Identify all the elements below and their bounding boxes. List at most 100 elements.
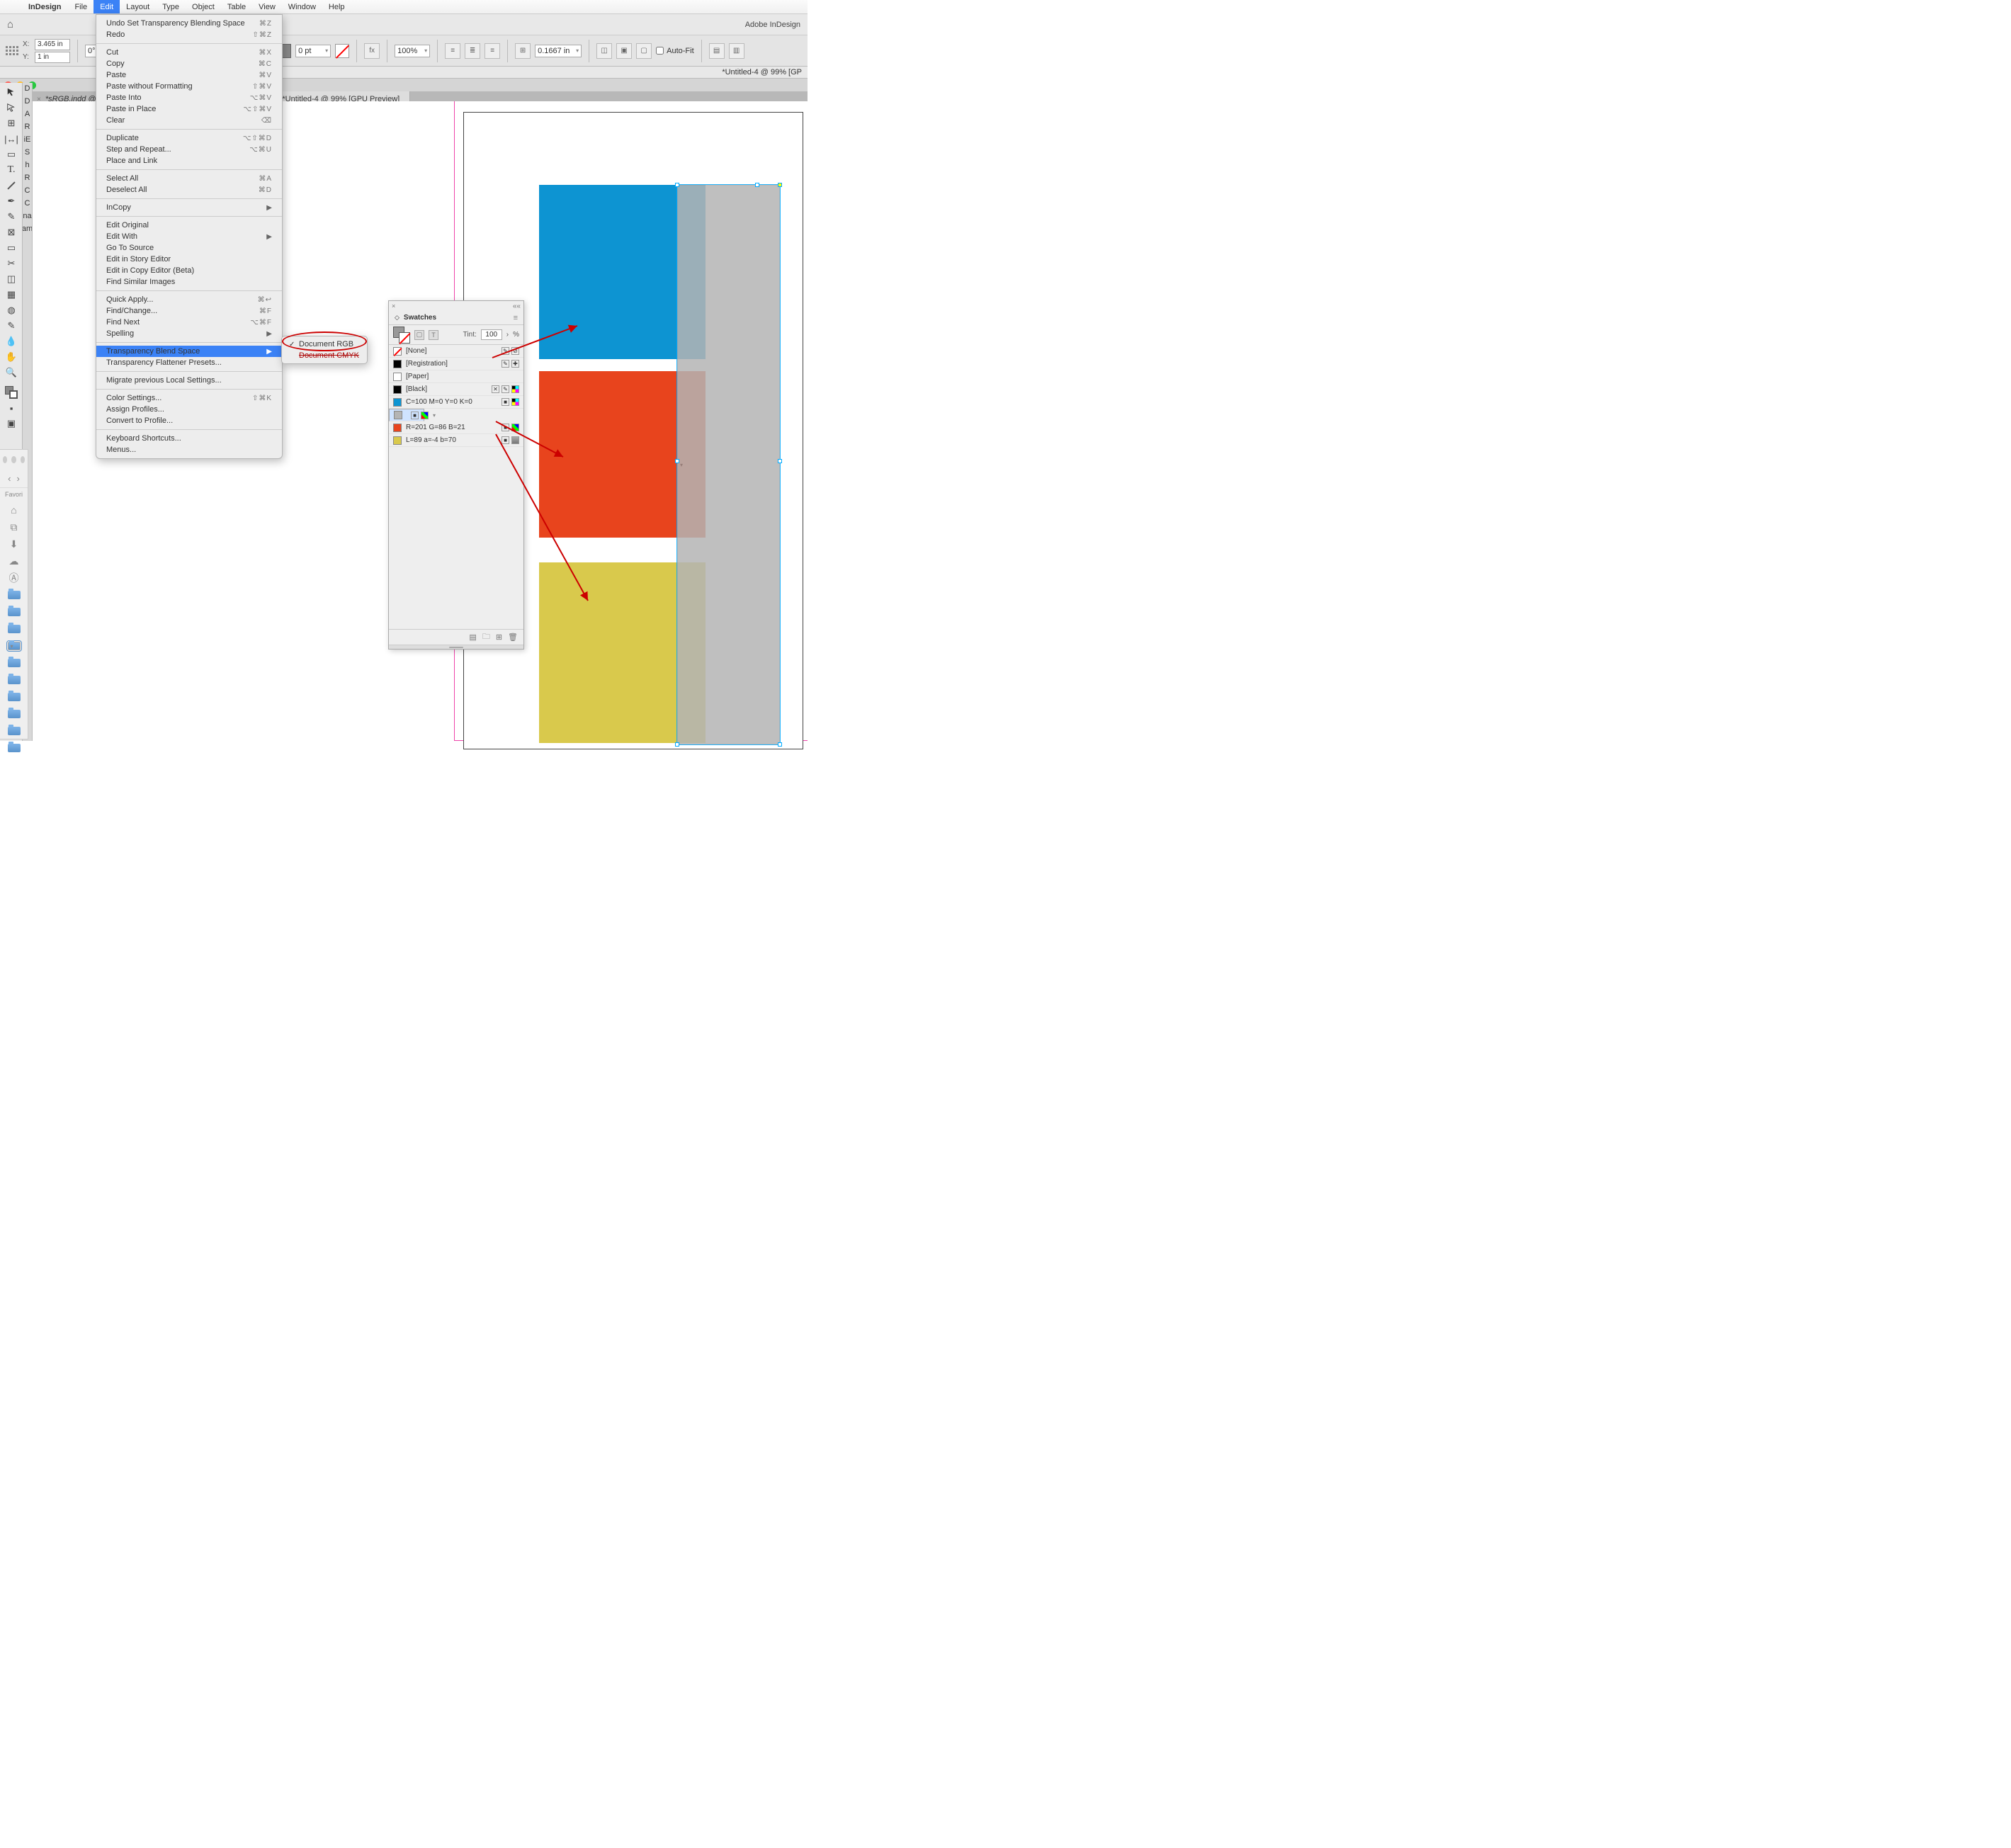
edit-menu-item[interactable]: Deselect All⌘D [96, 184, 282, 195]
menu-view[interactable]: View [252, 0, 282, 13]
window-minimize-icon[interactable] [11, 456, 16, 463]
swatch-view-icon[interactable]: ▤ [469, 633, 476, 642]
dropbox-icon[interactable]: ⧉ [6, 521, 22, 533]
nav-fwd-icon[interactable]: › [17, 473, 20, 484]
rectangle-frame-tool-icon[interactable]: ⊠ [0, 225, 23, 240]
menu-object[interactable]: Object [186, 0, 221, 13]
reference-point-grid[interactable] [6, 46, 18, 55]
edit-menu-item[interactable]: Step and Repeat...⌥⌘U [96, 144, 282, 155]
tint-input[interactable] [481, 329, 502, 340]
swatch-row[interactable]: R=201 G=86 B=21■ [389, 421, 523, 434]
edit-menu-item[interactable]: Transparency Blend Space▶ [96, 346, 282, 357]
edit-menu-item[interactable]: Menus... [96, 444, 282, 455]
selection-handle[interactable] [675, 742, 679, 747]
edit-menu-item[interactable]: Find/Change...⌘F [96, 305, 282, 317]
edit-menu-item[interactable]: Transparency Flattener Presets... [96, 357, 282, 368]
folder-icon[interactable] [6, 623, 22, 635]
hand-tool-icon[interactable]: ✋ [0, 349, 23, 365]
swatch-row[interactable]: Gray■ [389, 409, 424, 421]
menu-window[interactable]: Window [282, 0, 322, 13]
folder-icon[interactable] [6, 657, 22, 669]
content-collector-icon[interactable]: ▭ [0, 147, 23, 162]
app-name[interactable]: InDesign [21, 3, 68, 11]
edit-menu-item[interactable]: Cut⌘X [96, 47, 282, 58]
rectangle-tool-icon[interactable]: ▭ [0, 240, 23, 256]
submenu-document-cmyk[interactable]: Document CMYK [282, 350, 367, 361]
autofit-checkbox[interactable] [656, 47, 664, 55]
gradient-swatch-tool-icon[interactable]: ▦ [0, 287, 23, 302]
folder-icon[interactable] [6, 725, 22, 737]
direct-select-tool-icon[interactable] [0, 100, 23, 115]
window-close-icon[interactable] [3, 456, 7, 463]
edit-menu-item[interactable]: Spelling▶ [96, 328, 282, 339]
menu-table[interactable]: Table [221, 0, 252, 13]
swatch-row[interactable]: [Registration]✎✚ [389, 358, 523, 370]
menu-help[interactable]: Help [322, 0, 351, 13]
edit-menu-item[interactable]: Duplicate⌥⇧⌘D [96, 132, 282, 144]
edit-menu-item[interactable]: Copy⌘C [96, 58, 282, 69]
swatch-row[interactable]: [Black]✕✎ [389, 383, 523, 396]
panel-collapse-icon[interactable]: «« [513, 302, 521, 310]
arrange-back-icon[interactable]: ▥ [729, 43, 744, 59]
folder-icon[interactable] [6, 606, 22, 618]
fit-content-icon[interactable]: ▣ [616, 43, 632, 59]
selection-handle[interactable] [778, 183, 782, 187]
line-tool-icon[interactable] [0, 178, 23, 193]
selection-handle[interactable] [755, 183, 759, 187]
downloads-icon[interactable]: ⬇ [6, 538, 22, 550]
distribute-icon[interactable]: ⊞ [515, 43, 531, 59]
zoom-select[interactable]: 100% [395, 45, 430, 57]
window-zoom-icon[interactable] [21, 456, 25, 463]
edit-menu-item[interactable]: Quick Apply...⌘↩ [96, 294, 282, 305]
swatch-row[interactable]: C=100 M=0 Y=0 K=0■ [389, 396, 523, 409]
selection-handle[interactable] [778, 742, 782, 747]
edit-menu-item[interactable]: Clear⌫ [96, 115, 282, 126]
align-center-icon[interactable]: ≣ [465, 43, 480, 59]
align-left-icon[interactable]: ≡ [445, 43, 460, 59]
gap-select[interactable]: 0.1667 in [535, 45, 582, 57]
tint-slider-icon[interactable]: › [506, 331, 509, 339]
applications-icon[interactable]: Ⓐ [6, 572, 22, 584]
edit-menu-item[interactable]: Color Settings...⇧⌘K [96, 392, 282, 404]
center-content-icon[interactable]: ▢ [636, 43, 652, 59]
x-input[interactable] [35, 39, 70, 50]
nav-back-icon[interactable]: ‹ [8, 473, 11, 484]
eyedropper-tool-icon[interactable]: 💧 [0, 334, 23, 349]
panel-menu-icon[interactable]: ≡ [514, 314, 518, 322]
edit-menu-item[interactable]: Paste⌘V [96, 69, 282, 81]
folder-icon[interactable] [6, 691, 22, 703]
y-input[interactable] [35, 52, 70, 63]
fill-stroke-proxy-icon[interactable] [393, 327, 410, 344]
new-swatch-icon[interactable]: ⊞ [496, 633, 502, 642]
page-tool-icon[interactable]: ⊞ [0, 115, 23, 131]
swatch-row[interactable]: [Paper] [389, 370, 523, 383]
folder-icon[interactable] [6, 674, 22, 686]
pen-tool-icon[interactable]: ✒ [0, 193, 23, 209]
fit-frame-icon[interactable]: ◫ [596, 43, 612, 59]
submenu-document-rgb[interactable]: ✓Document RGB [282, 339, 367, 350]
apply-color-icon[interactable]: ▪ [0, 400, 23, 416]
menu-layout[interactable]: Layout [120, 0, 156, 13]
edit-menu-item[interactable]: Paste in Place⌥⇧⌘V [96, 103, 282, 115]
gradient-feather-tool-icon[interactable]: ◍ [0, 302, 23, 318]
icloud-icon[interactable]: ☁ [6, 555, 22, 567]
menu-edit[interactable]: Edit [94, 0, 120, 13]
edit-menu-item[interactable]: Assign Profiles... [96, 404, 282, 415]
gap-tool-icon[interactable]: |↔| [0, 131, 23, 147]
edit-menu-item[interactable]: Undo Set Transparency Blending Space⌘Z [96, 18, 282, 29]
edit-menu-item[interactable]: Migrate previous Local Settings... [96, 375, 282, 386]
folder-icon[interactable] [6, 589, 22, 601]
scissors-tool-icon[interactable]: ✂ [0, 256, 23, 271]
home-folder-icon[interactable]: ⌂ [6, 504, 22, 516]
delete-swatch-icon[interactable]: 🗑 [508, 633, 518, 642]
selection-tool-icon[interactable] [0, 84, 23, 100]
swatch-row[interactable]: [None]✎⊘ [389, 345, 523, 358]
align-right-icon[interactable]: ≡ [485, 43, 500, 59]
canvas-rect-gray-selected[interactable] [677, 185, 780, 744]
edit-menu-item[interactable]: Place and Link [96, 155, 282, 166]
swatches-tab-label[interactable]: Swatches [404, 314, 436, 322]
folder-icon[interactable] [6, 708, 22, 720]
stroke-none-swatch[interactable] [335, 44, 349, 58]
edit-menu-item[interactable]: Convert to Profile... [96, 415, 282, 426]
home-icon[interactable]: ⌂ [7, 18, 13, 30]
